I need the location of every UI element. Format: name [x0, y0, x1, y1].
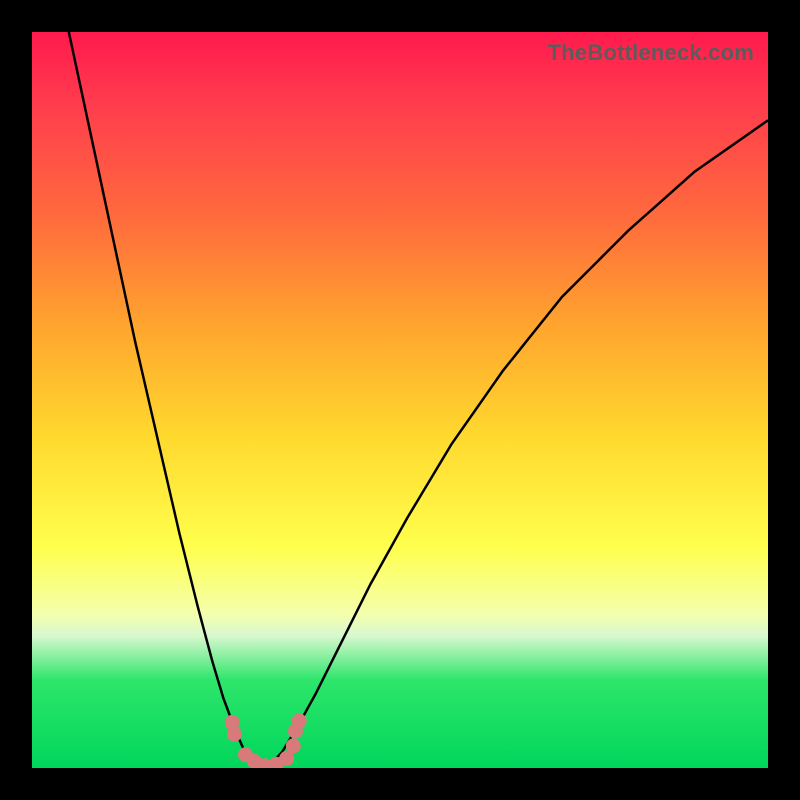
right-curve — [268, 120, 768, 768]
left-curve — [69, 32, 268, 768]
data-marker — [227, 727, 242, 742]
plot-area: TheBottleneck.com — [32, 32, 768, 768]
chart-frame: TheBottleneck.com — [0, 0, 800, 800]
data-marker — [292, 713, 307, 728]
marker-group — [225, 713, 307, 768]
curve-layer — [32, 32, 768, 768]
data-marker — [286, 738, 301, 753]
